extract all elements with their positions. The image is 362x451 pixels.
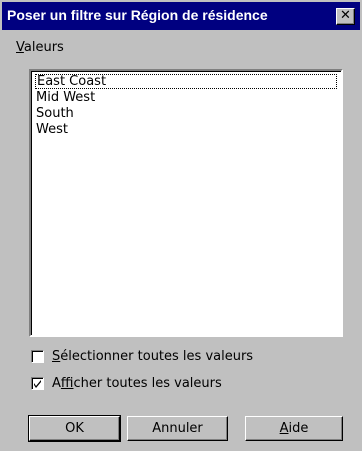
ok-button[interactable]: OK <box>28 415 121 442</box>
title-bar[interactable]: Poser un filtre sur Région de résidence … <box>2 2 360 30</box>
list-item[interactable]: East Coast <box>35 74 337 89</box>
help-button[interactable]: Aide <box>245 416 343 441</box>
cancel-button[interactable]: Annuler <box>127 416 228 441</box>
filter-dialog: Poser un filtre sur Région de résidence … <box>0 0 362 451</box>
select-all-checkbox[interactable] <box>31 350 44 363</box>
close-button[interactable]: ✕ <box>336 8 355 25</box>
list-item[interactable]: West <box>35 122 337 137</box>
list-item[interactable]: Mid West <box>35 90 337 105</box>
show-all-label[interactable]: Afficher toutes les valeurs <box>52 376 222 391</box>
dialog-title: Poser un filtre sur Région de résidence <box>7 7 268 23</box>
values-listbox[interactable]: East Coast Mid West South West <box>29 69 343 337</box>
checkmark-icon <box>34 380 41 388</box>
close-icon: ✕ <box>340 8 351 23</box>
show-all-checkbox[interactable] <box>31 377 44 390</box>
values-label: Valeurs <box>16 40 64 55</box>
select-all-label[interactable]: Sélectionner toutes les valeurs <box>52 349 253 364</box>
list-item[interactable]: South <box>35 106 337 121</box>
